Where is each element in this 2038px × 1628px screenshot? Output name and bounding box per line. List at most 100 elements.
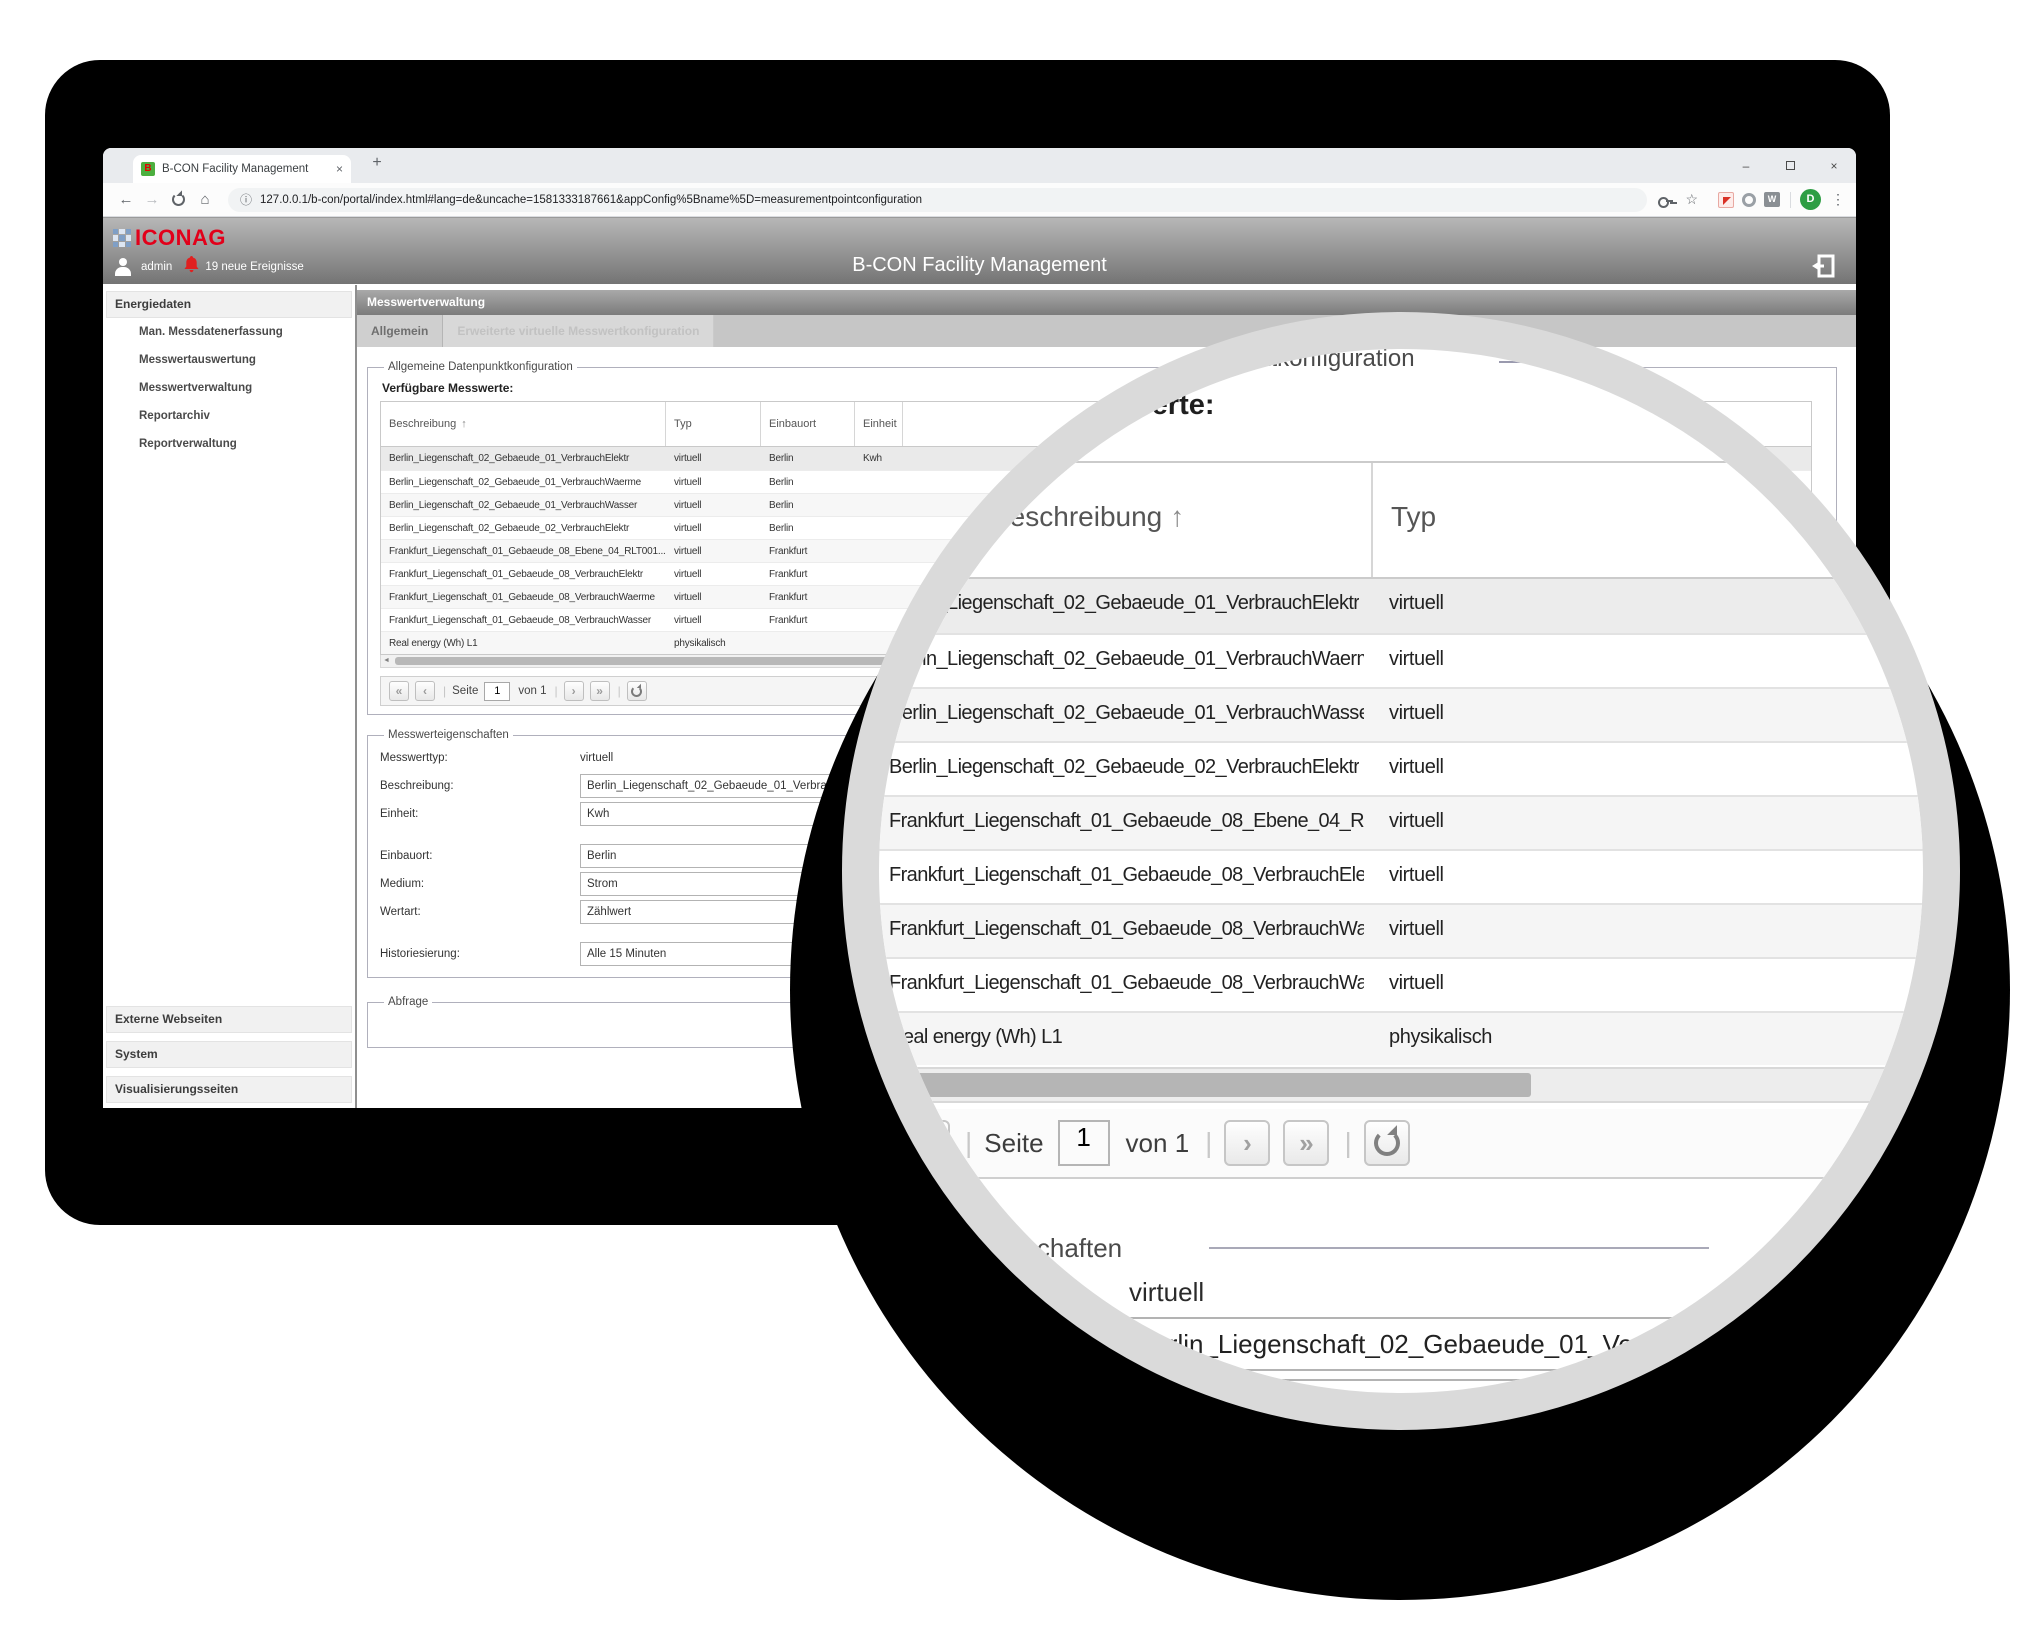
mag-page-number: 1 <box>1058 1120 1110 1166</box>
mag-scrollbar <box>842 1067 1960 1103</box>
back-button[interactable]: ← <box>113 191 139 208</box>
mag-von-label: von 1 <box>1126 1128 1190 1159</box>
sidebar-item-reportarchiv[interactable]: Reportarchiv <box>103 402 355 430</box>
browser-tab-strip: B B-CON Facility Management × + – × <box>103 148 1856 183</box>
logo-grid-icon <box>113 229 131 247</box>
mag-table-row: Real energy (Wh) L1physikalisch <box>842 1011 1960 1065</box>
mag-table-row: Berlin_Liegenschaft_02_Gebaeude_02_Verbr… <box>842 741 1960 795</box>
magnifier-content: Allgemeine Datenpunktkonfiguration Verfü… <box>879 349 1923 1393</box>
mag-prev-page-button: ‹ <box>904 1120 950 1166</box>
fieldset-legend: Allgemeine Datenpunktkonfiguration <box>384 361 577 373</box>
mag-legend-line <box>1499 361 1929 363</box>
messwerttyp-label: Messwerttyp: <box>380 752 580 764</box>
browser-toolbar: ← → ⌂ ⓘ 127.0.0.1/b-con/portal/index.htm… <box>103 183 1856 217</box>
adobe-extension-icon[interactable] <box>1718 192 1734 208</box>
iconag-logo: ICONAG <box>113 225 226 251</box>
window-controls: – × <box>1724 148 1856 183</box>
prev-page-button[interactable]: ‹ <box>415 681 435 701</box>
first-page-button[interactable]: « <box>389 681 409 701</box>
circle-extension-icon[interactable] <box>1742 193 1756 207</box>
new-tab-button[interactable]: + <box>365 154 389 172</box>
historisierung-label: Historiesierung: <box>380 948 580 960</box>
mag-props-legend: Messwerteigenschaften <box>849 1233 1122 1264</box>
mag-table-body: Berlin_Liegenschaft_02_Gebaeude_01_Verbr… <box>842 579 1960 1065</box>
forward-button[interactable]: → <box>139 191 165 208</box>
mag-column-beschreibung: Beschreibung↑ <box>991 501 1184 533</box>
home-button[interactable]: ⌂ <box>192 191 218 208</box>
einbauort-label: Einbauort: <box>380 850 580 862</box>
mag-legend-line <box>1209 1247 1709 1249</box>
wertart-label: Wertart: <box>380 906 580 918</box>
maximize-icon <box>1786 161 1795 170</box>
mag-table-row: Berlin_Liegenschaft_02_Gebaeude_01_Verbr… <box>842 687 1960 741</box>
reload-button[interactable] <box>172 193 185 206</box>
medium-label: Medium: <box>380 878 580 890</box>
profile-avatar[interactable]: D <box>1800 189 1821 210</box>
app-title: B-CON Facility Management <box>103 254 1856 277</box>
browser-tab[interactable]: B B-CON Facility Management × <box>133 155 351 183</box>
app-header: ICONAG admin 19 neue Ereignisse B-CON Fa… <box>103 217 1856 284</box>
magnifier-circle: Allgemeine Datenpunktkonfiguration Verfü… <box>842 312 1960 1430</box>
sidebar: Energiedaten Man. Messdatenerfassung Mes… <box>103 285 357 1108</box>
view-tabs: Allgemein Erweiterte virtuelle Messwertk… <box>357 315 1856 347</box>
tab-title: B-CON Facility Management <box>162 163 330 175</box>
refresh-button[interactable] <box>627 681 647 701</box>
mag-seite-label: Seite <box>984 1128 1043 1159</box>
browser-menu-icon[interactable]: ⋮ <box>1830 191 1846 208</box>
mag-sort-arrow-icon: ↑ <box>1170 501 1184 532</box>
w-extension-icon[interactable]: W <box>1764 192 1780 207</box>
next-page-button[interactable]: › <box>564 681 584 701</box>
sidebar-section-energiedaten[interactable]: Energiedaten <box>106 291 352 318</box>
mag-table-row: Berlin_Liegenschaft_02_Gebaeude_01_Verbr… <box>842 579 1960 633</box>
von-label: von 1 <box>518 685 546 697</box>
mag-table-header: Beschreibung↑ Typ <box>842 461 1960 579</box>
column-header-einbauort[interactable]: Einbauort <box>761 402 855 446</box>
mag-refresh-icon <box>1374 1130 1400 1156</box>
tab-allgemein[interactable]: Allgemein <box>357 315 443 347</box>
mag-last-page-button: » <box>1283 1120 1329 1166</box>
mag-table-row: Frankfurt_Liegenschaft_01_Gebaeude_08_Eb… <box>842 795 1960 849</box>
password-key-icon[interactable] <box>1657 192 1673 208</box>
einheit-label: Einheit: <box>380 808 580 820</box>
address-bar[interactable]: ⓘ 127.0.0.1/b-con/portal/index.html#lang… <box>228 188 1647 212</box>
toolbar-separator <box>1790 192 1791 208</box>
mag-refresh-button <box>1364 1120 1410 1166</box>
mag-messwerttyp-value: virtuell <box>1129 1277 1204 1308</box>
mag-table-row: Frankfurt_Liegenschaft_01_Gebaeude_08_Ve… <box>842 903 1960 957</box>
fieldset-legend: Abfrage <box>384 996 432 1008</box>
sidebar-item-messwertauswertung[interactable]: Messwertauswertung <box>103 346 355 374</box>
sidebar-item-messwertverwaltung[interactable]: Messwertverwaltung <box>103 374 355 402</box>
column-header-typ[interactable]: Typ <box>666 402 761 446</box>
sidebar-item-reportverwaltung[interactable]: Reportverwaltung <box>103 430 355 458</box>
close-button[interactable]: × <box>1812 148 1856 183</box>
mag-next-page-button: › <box>1224 1120 1270 1166</box>
sidebar-section-externe-webseiten[interactable]: Externe Webseiten <box>106 1006 352 1033</box>
mag-table-row: Berlin_Liegenschaft_02_Gebaeude_01_Verbr… <box>842 633 1960 687</box>
page-title: Messwertverwaltung <box>357 290 1856 315</box>
scroll-left-icon[interactable]: ◄ <box>383 657 390 664</box>
mag-table-row: Frankfurt_Liegenschaft_01_Gebaeude_08_Ve… <box>842 957 1960 1011</box>
last-page-button[interactable]: » <box>590 681 610 701</box>
tab-erweiterte-konfiguration[interactable]: Erweiterte virtuelle Messwertkonfigurati… <box>443 315 714 347</box>
minimize-button[interactable]: – <box>1724 148 1768 183</box>
page-number-input[interactable] <box>484 682 510 701</box>
bookmark-star-icon[interactable]: ☆ <box>1685 191 1698 208</box>
sidebar-section-visualisierungsseiten[interactable]: Visualisierungsseiten <box>106 1076 352 1103</box>
sort-arrow-icon: ↑ <box>461 418 467 430</box>
sidebar-item-man-messdatenerfassung[interactable]: Man. Messdatenerfassung <box>103 318 355 346</box>
mag-pagination-bar: « ‹ | Seite 1 von 1 | › » | <box>842 1109 1960 1179</box>
refresh-icon <box>631 686 642 697</box>
logout-icon[interactable] <box>1810 254 1836 278</box>
messwerttyp-value: virtuell <box>580 752 613 764</box>
column-header-beschreibung[interactable]: Beschreibung↑ <box>381 402 666 446</box>
favicon-icon: B <box>141 162 155 176</box>
tab-close-icon[interactable]: × <box>336 162 343 176</box>
seite-label: Seite <box>452 685 478 697</box>
fieldset-legend: Messwerteigenschaften <box>384 729 513 741</box>
beschreibung-label: Beschreibung: <box>380 780 580 792</box>
mag-table-row: Frankfurt_Liegenschaft_01_Gebaeude_08_Ve… <box>842 849 1960 903</box>
sidebar-section-system[interactable]: System <box>106 1041 352 1068</box>
page-info-icon[interactable]: ⓘ <box>240 191 252 208</box>
maximize-button[interactable] <box>1768 148 1812 183</box>
mag-table-label: Verfügbare Messwerte: <box>897 389 1215 422</box>
